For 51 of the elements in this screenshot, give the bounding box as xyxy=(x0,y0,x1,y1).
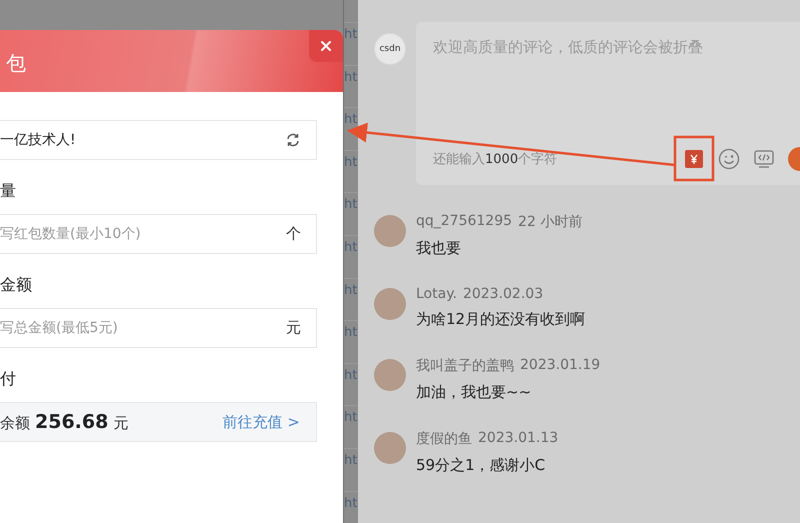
refresh-icon[interactable] xyxy=(285,132,301,148)
unit-label: 元 xyxy=(286,318,301,338)
comment-time: 22 小时前 xyxy=(518,213,582,231)
input-placeholder: 欢迎高质量的评论，低质的评论会被折叠 xyxy=(433,38,704,57)
input-field[interactable]: 一亿技术人! xyxy=(0,120,317,160)
balance-label: 余额 xyxy=(0,414,30,433)
field-label: 量 xyxy=(0,181,17,202)
avatar xyxy=(374,215,406,247)
link-fragment[interactable]: ht xyxy=(344,410,358,426)
code-icon[interactable] xyxy=(753,148,775,170)
link-fragment[interactable]: ht xyxy=(344,27,358,42)
comment-author[interactable]: qq_27561295 xyxy=(416,213,512,231)
link-fragment[interactable]: ht xyxy=(344,154,358,170)
field-label: 金额 xyxy=(0,275,33,296)
yen-icon xyxy=(688,153,700,165)
link-fragment[interactable]: ht xyxy=(344,197,358,212)
link-fragment[interactable]: ht xyxy=(344,325,358,340)
money-button[interactable] xyxy=(685,150,703,168)
close-icon xyxy=(320,40,332,52)
comment-text: 为啥12月的还没有收到啊 xyxy=(416,310,586,329)
highlight-box xyxy=(674,136,714,182)
link-fragment[interactable]: ht xyxy=(344,452,358,468)
comment-author[interactable]: Lotay. xyxy=(416,286,457,302)
char-counter: 还能输入1000个字符 xyxy=(433,151,558,168)
avatar xyxy=(374,288,406,320)
comment-author[interactable]: 度假的鱼 xyxy=(416,430,472,448)
comment-input[interactable]: 欢迎高质量的评论，低质的评论会被折叠 还能输入1000个字符 xyxy=(416,22,800,185)
link-fragment[interactable]: ht xyxy=(344,112,358,128)
link-fragment[interactable]: ht xyxy=(344,368,358,383)
comment-time: 2023.01.19 xyxy=(520,357,600,375)
field-label: 付 xyxy=(0,369,17,390)
comment-time: 2023.01.13 xyxy=(478,430,558,448)
comment-text: 我也要 xyxy=(416,239,462,258)
unit-label: 个 xyxy=(286,224,301,244)
recharge-link[interactable]: 前往充值 > xyxy=(222,412,300,432)
comment-time: 2023.02.03 xyxy=(462,286,544,302)
comment-text: 加油，我也要~~ xyxy=(416,383,532,402)
link-fragment[interactable]: ht xyxy=(344,282,358,298)
close-button[interactable] xyxy=(309,30,343,62)
avatar xyxy=(374,432,406,464)
avatar-logo: csdn xyxy=(374,33,406,65)
comment-text: 59分之1，感谢小C xyxy=(416,456,546,475)
comment-author[interactable]: 我叫盖子的盖鸭 xyxy=(416,357,514,375)
link-fragment[interactable]: ht xyxy=(344,496,358,511)
balance-amount: 256.68 xyxy=(35,411,108,433)
link-fragment[interactable]: ht xyxy=(344,240,358,255)
dialog-title: 包 xyxy=(5,50,26,76)
smiley-icon[interactable] xyxy=(718,148,740,170)
avatar xyxy=(374,359,406,391)
currency-unit: 元 xyxy=(113,414,128,433)
link-fragment[interactable]: ht xyxy=(344,70,358,85)
